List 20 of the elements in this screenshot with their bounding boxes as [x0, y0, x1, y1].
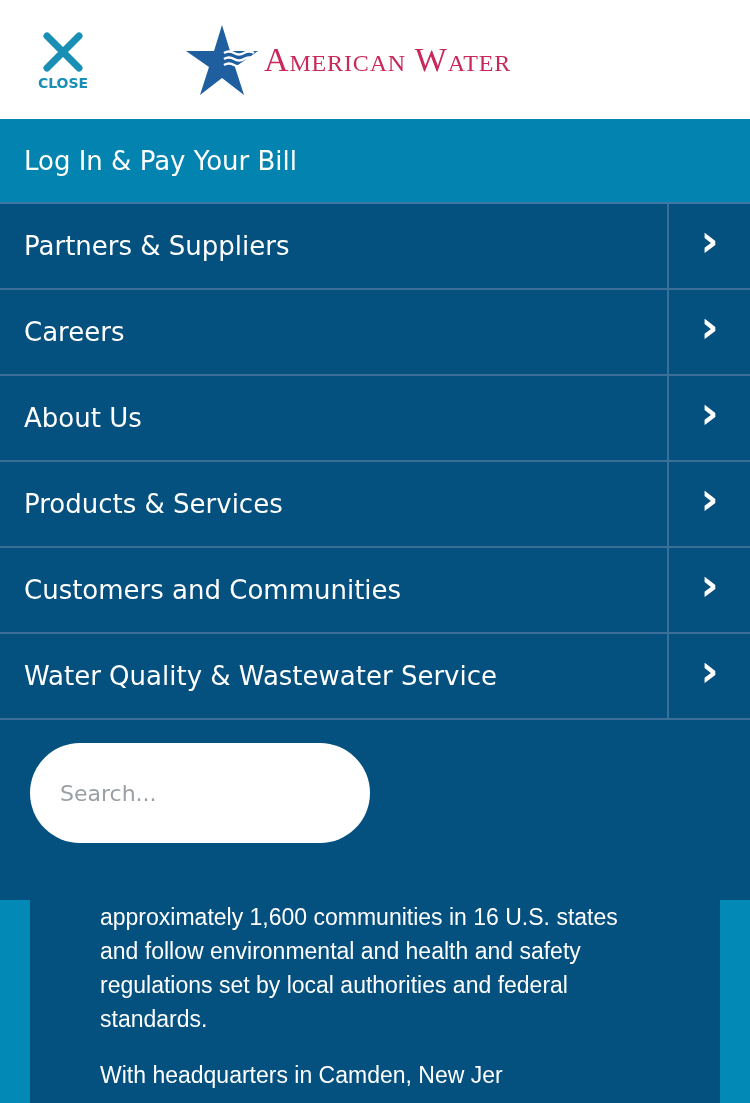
- menu-item[interactable]: Careers: [0, 290, 667, 374]
- expand-button[interactable]: ›: [667, 290, 750, 374]
- body-paragraph: approximately 1,600 communities in 16 U.S. states and follow environmental and health and safety regulations set by local authorities and federal standards.: [100, 903, 619, 1034]
- close-label: CLOSE: [37, 75, 89, 90]
- menu-item[interactable]: Products & Services: [0, 462, 667, 546]
- menu-item[interactable]: Customers and Communities: [0, 548, 667, 632]
- login-pay-bill-link[interactable]: Log In & Pay Your Bill: [0, 119, 750, 204]
- expand-button[interactable]: ›: [667, 376, 750, 460]
- expand-button[interactable]: ›: [667, 634, 750, 718]
- expand-button[interactable]: ›: [667, 462, 750, 546]
- search-field[interactable]: Search...: [30, 743, 370, 843]
- close-icon: [41, 29, 85, 74]
- expand-button[interactable]: ›: [667, 204, 750, 288]
- close-button[interactable]: CLOSE: [34, 29, 92, 90]
- menu-item[interactable]: Water Quality & Wastewater Service: [0, 634, 667, 718]
- menu-item[interactable]: About Us: [0, 376, 667, 460]
- expand-button[interactable]: ›: [667, 548, 750, 632]
- body-paragraph: With headquarters in Camden, New Jer: [100, 1061, 504, 1090]
- logo-text: American Water: [264, 40, 512, 80]
- menu-item[interactable]: Partners & Suppliers: [0, 204, 667, 288]
